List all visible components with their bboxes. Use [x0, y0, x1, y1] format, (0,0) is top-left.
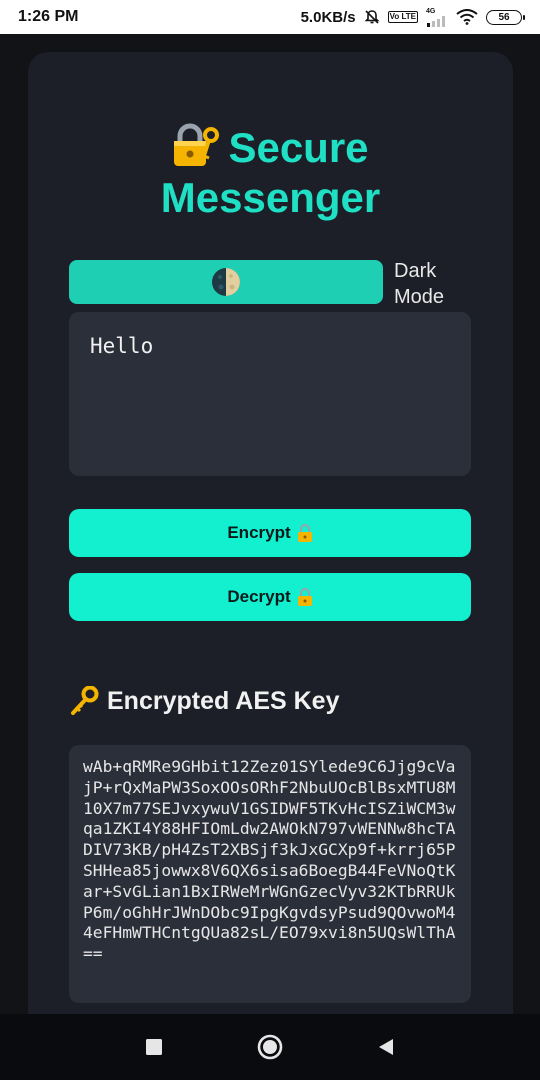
net-speed: 5.0KB/s [300, 8, 356, 26]
signal-icon: 4G [426, 8, 448, 27]
status-time: 1:26 PM [18, 8, 79, 25]
decrypt-label: Decrypt [227, 587, 291, 606]
padlock-icon [297, 524, 312, 542]
back-button[interactable] [371, 1032, 401, 1062]
home-icon [257, 1034, 283, 1060]
title-line-1: Secure [228, 124, 369, 171]
encrypted-key-output[interactable]: wAb+qRMRe9GHbit12Zez01SYlede9C6Jjg9cVajP… [69, 745, 471, 1003]
aes-section-title: Encrypted AES Key [69, 686, 489, 716]
padlock-icon [297, 588, 312, 606]
page-title: Secure Messenger [28, 122, 513, 223]
recents-icon [146, 1039, 162, 1055]
main-card: Secure Messenger Dark Mode Hello Encrypt [28, 52, 513, 1032]
key-icon [71, 686, 99, 715]
status-bar: 1:26 PM 5.0KB/s Vo LTE 4G 56 [0, 0, 540, 34]
decrypt-button[interactable]: Decrypt [69, 573, 471, 621]
locked-with-key-icon [174, 123, 220, 166]
aes-section-label: Encrypted AES Key [107, 686, 340, 715]
app-screen: Secure Messenger Dark Mode Hello Encrypt [0, 34, 540, 1032]
navigation-bar [0, 1014, 540, 1080]
encrypt-button[interactable]: Encrypt [69, 509, 471, 557]
dark-mode-toggle[interactable] [69, 260, 383, 304]
network-type: 4G [426, 7, 436, 15]
volte-badge: Vo LTE [387, 11, 418, 23]
home-button[interactable] [255, 1032, 285, 1062]
message-input[interactable]: Hello [69, 312, 471, 476]
wifi-icon [456, 9, 478, 25]
title-line-2: Messenger [160, 174, 381, 221]
status-icons: 5.0KB/s Vo LTE 4G 56 [300, 8, 525, 27]
dark-mode-label: Dark Mode [394, 260, 445, 308]
back-icon [379, 1039, 393, 1055]
battery-icon: 56 [486, 9, 525, 25]
recents-button[interactable] [139, 1032, 169, 1062]
moon-icon [212, 268, 240, 296]
encrypt-label: Encrypt [227, 523, 291, 542]
mute-bell-icon [364, 9, 380, 25]
